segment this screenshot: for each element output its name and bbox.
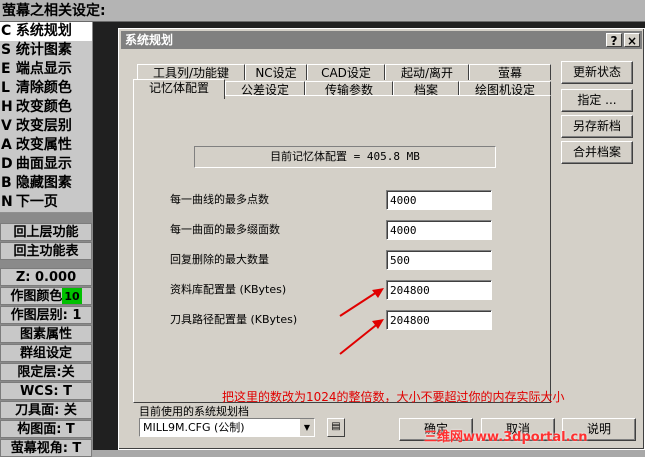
system-config-dialog: 系统规划 ? × 工具列/功能键 NC设定 CAD设定 起动/离开 萤幕 记忆体…: [118, 28, 645, 450]
field-label: 刀具路径配置量 (KBytes): [170, 313, 298, 326]
merge-file-button[interactable]: 合并档案: [561, 141, 633, 164]
dialog-title: 系统规划: [125, 33, 174, 47]
screen-settings-header: 萤幕之相关设定:: [0, 0, 645, 22]
max-surface-patches-input[interactable]: 4000: [386, 220, 492, 240]
field-label: 每一曲面的最多缀面数: [170, 223, 280, 236]
help-icon[interactable]: ?: [606, 33, 622, 48]
tool-plane-status[interactable]: 刀具面: 关: [0, 401, 92, 419]
menu-item-hide-entities[interactable]: B 隐藏图素: [0, 174, 92, 194]
tab-startup-exit[interactable]: 起动/离开: [385, 64, 469, 80]
menu-item-change-attribute[interactable]: A 改变属性: [0, 136, 92, 156]
arrow-annotation-icon: [339, 288, 384, 355]
menu-item-change-level[interactable]: V 改变层别: [0, 117, 92, 137]
menu-item-endpoint-display[interactable]: E 端点显示: [0, 60, 92, 80]
back-button[interactable]: 回上层功能: [0, 223, 92, 241]
main-menu-button[interactable]: 回主功能表: [0, 242, 92, 260]
specify-button[interactable]: 指定 ...: [561, 89, 633, 112]
field-label: 每一曲线的最多点数: [170, 193, 269, 206]
tab-nc-settings[interactable]: NC设定: [245, 64, 307, 80]
browse-file-icon[interactable]: ▤: [327, 418, 345, 437]
tab-cad-settings[interactable]: CAD设定: [307, 64, 385, 80]
max-curve-points-input[interactable]: 4000: [386, 190, 492, 210]
watermark-logo: 三维网www.3dportal.cn: [424, 430, 588, 445]
screen-view-status[interactable]: 萤幕视角: T: [0, 439, 92, 457]
draw-level-status[interactable]: 作图层别: 1: [0, 306, 92, 324]
save-as-button[interactable]: 另存新档: [561, 115, 633, 138]
dialog-titlebar: 系统规划 ? ×: [121, 31, 642, 49]
wcs-status[interactable]: WCS: T: [0, 382, 92, 400]
memory-allocation-panel: 目前记忆体配置 = 405.8 MB 每一曲线的最多点数 4000 每一曲面的最…: [133, 95, 565, 404]
z-depth-status[interactable]: Z: 0.000: [0, 268, 92, 286]
menu-item-system-config[interactable]: C 系统规划: [0, 22, 92, 42]
group-settings-button[interactable]: 群组设定: [0, 344, 92, 362]
menu-item-change-color[interactable]: H 改变颜色: [0, 98, 92, 118]
current-config-label: 目前使用的系统规划档: [139, 405, 249, 418]
tab-screen[interactable]: 萤幕: [469, 64, 551, 80]
menu-item-statistics[interactable]: S 统计图素: [0, 41, 92, 61]
color-swatch: 10: [62, 288, 82, 304]
close-icon[interactable]: ×: [624, 33, 640, 48]
menu-item-next-page[interactable]: N 下一页: [0, 193, 92, 213]
tab-memory-allocation[interactable]: 记忆体配置: [133, 79, 225, 99]
field-label: 回复删除的最大数量: [170, 253, 269, 266]
limit-level-status[interactable]: 限定层:关: [0, 363, 92, 381]
red-annotation-note: 把这里的数改为1024的整倍数，大小不要超过你的内存实际大小: [222, 390, 565, 404]
field-label: 资料库配置量 (KBytes): [170, 283, 287, 296]
memory-info: 目前记忆体配置 = 405.8 MB: [194, 146, 496, 168]
chevron-down-icon[interactable]: ▼: [299, 419, 314, 436]
construction-plane-status[interactable]: 构图面: T: [0, 420, 92, 438]
config-file-select[interactable]: MILL9M.CFG (公制) ▼: [139, 418, 315, 437]
menu-item-clear-color[interactable]: L 清除颜色: [0, 79, 92, 99]
left-menu: C 系统规划 S 统计图素 E 端点显示 L 清除颜色 H 改变颜色 V 改变层…: [0, 22, 94, 457]
entity-attributes-button[interactable]: 图素属性: [0, 325, 92, 343]
tab-toolbar-keys[interactable]: 工具列/功能键: [137, 64, 245, 80]
menu-item-surface-display[interactable]: D 曲面显示: [0, 155, 92, 175]
draw-color-status[interactable]: 作图颜色 10: [0, 287, 92, 305]
max-undelete-input[interactable]: 500: [386, 250, 492, 270]
update-status-button[interactable]: 更新状态: [561, 61, 633, 84]
